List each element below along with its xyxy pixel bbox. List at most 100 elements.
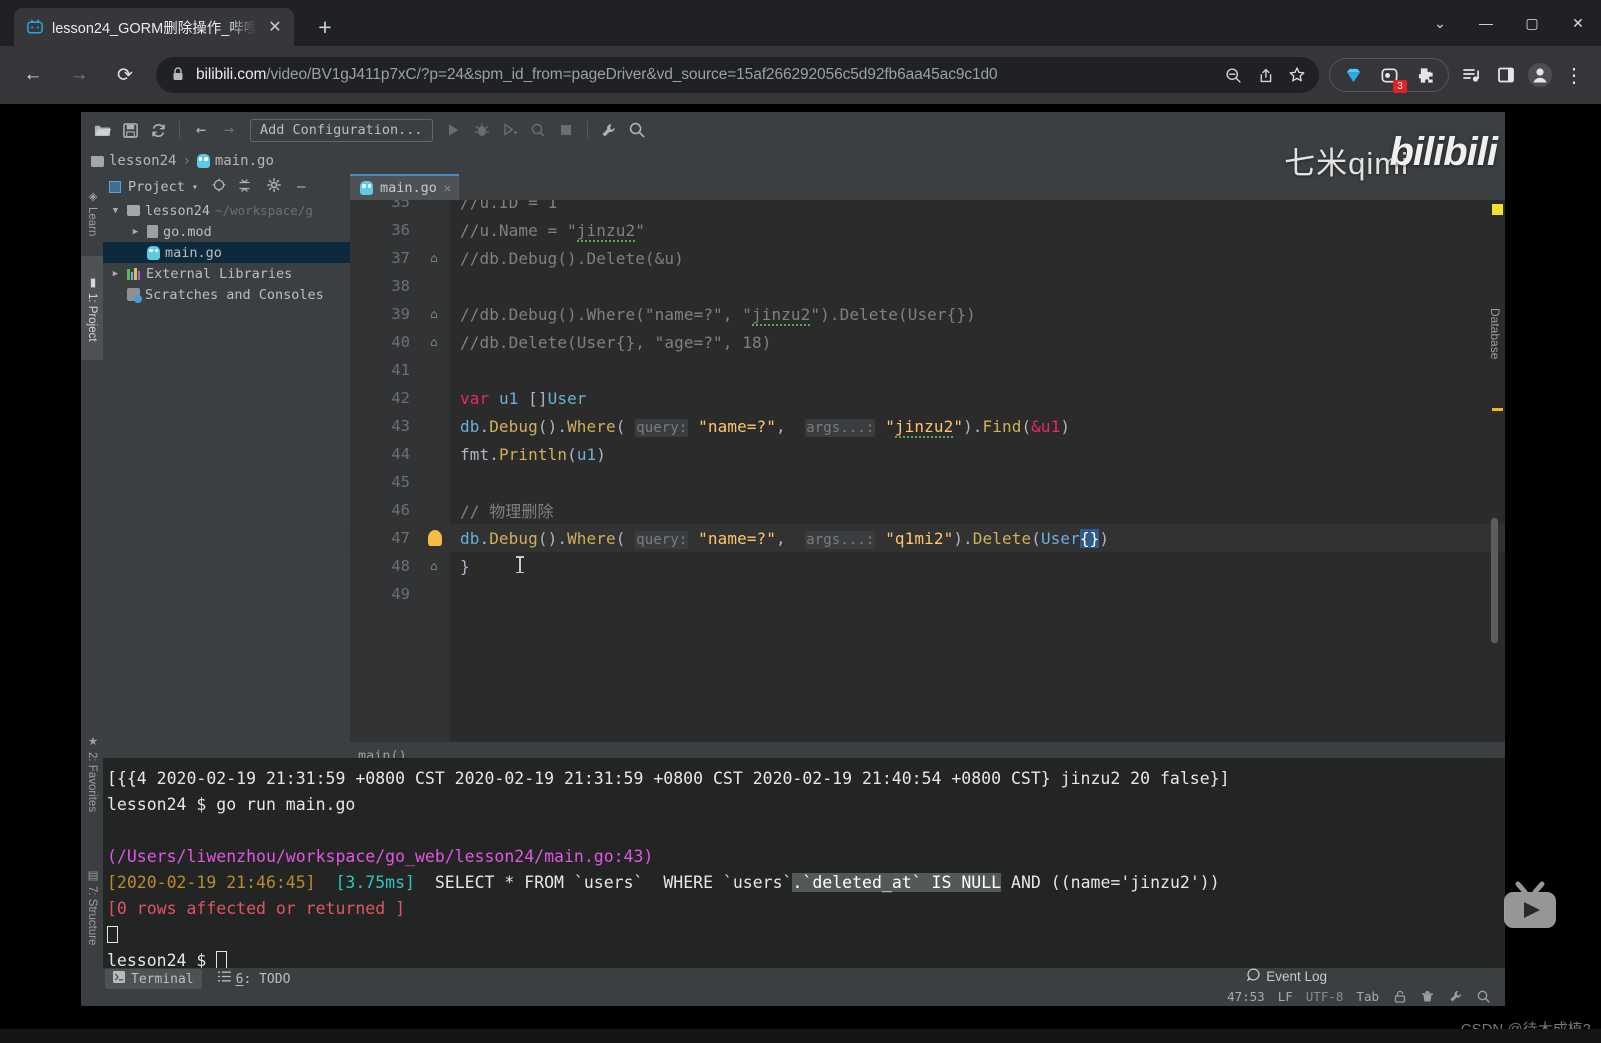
breadcrumb-root[interactable]: lesson24 [91, 153, 176, 169]
editor-tab-close-icon[interactable]: ✕ [444, 181, 451, 195]
status-indent[interactable]: Tab [1356, 989, 1379, 1004]
tab-search-button[interactable]: ⌄ [1417, 0, 1463, 46]
sidebar-item-favorites[interactable]: ★ 2: Favorites [81, 714, 103, 832]
status-encoding[interactable]: UTF-8 [1306, 989, 1344, 1004]
video-player-surface[interactable]: ← → Add Configuration... [0, 104, 1601, 1043]
sidebar-item-database[interactable]: Database [1488, 308, 1502, 359]
notification-icon[interactable] [1476, 989, 1491, 1004]
code-line[interactable]: 44fmt.Println(u1) [350, 440, 1505, 468]
project-tree-item[interactable]: ▼lesson24~/workspace/g [103, 200, 350, 221]
stop-button[interactable] [553, 117, 579, 143]
sync-icon[interactable] [145, 117, 171, 143]
profile-run-button[interactable] [525, 117, 551, 143]
editor-tab-main-go[interactable]: main.go ✕ [350, 174, 459, 200]
puzzle-extension-icon[interactable] [1408, 58, 1442, 92]
project-tree-item[interactable]: ▶go.mod [103, 221, 350, 242]
code-token: , [776, 417, 805, 436]
code-line[interactable]: 36//u.Name = "jinzu2" [350, 216, 1505, 244]
caret-marker[interactable] [1492, 408, 1503, 411]
event-log-icon [1247, 968, 1260, 984]
sidebar-item-project[interactable]: ▮ 1: Project [81, 256, 103, 360]
locate-file-icon[interactable] [212, 178, 226, 196]
code-fold-marker[interactable]: ⌂ [426, 251, 442, 265]
code-line[interactable]: 40⌂//db.Delete(User{}, "age=?", 18) [350, 328, 1505, 356]
maximize-button[interactable]: ▢ [1509, 0, 1555, 46]
code-line[interactable]: 47db.Debug().Where( query: "name=?", arg… [350, 524, 1505, 552]
browser-tab[interactable]: lesson24_GORM删除操作_哔哩 ✕ [14, 8, 294, 46]
zoom-out-icon[interactable] [1217, 59, 1249, 91]
structure-icon: ▤ [85, 868, 99, 882]
code-fold-marker[interactable]: ⌂ [426, 335, 442, 349]
media-control-icon[interactable] [1455, 58, 1489, 92]
tree-expand-arrow[interactable]: ▶ [109, 269, 122, 279]
close-window-button[interactable]: ✕ [1555, 0, 1601, 46]
terminal-text: SELECT * FROM `users` WHERE `users` [415, 873, 793, 892]
debug-button[interactable] [469, 117, 495, 143]
lock-icon[interactable] [1392, 989, 1407, 1004]
code-area[interactable]: 35//u.ID = 136//u.Name = "jinzu2"37⌂//db… [350, 200, 1505, 742]
terminal-prompt-line[interactable]: lesson24 $ [107, 948, 1505, 968]
code-line[interactable]: 49 [350, 580, 1505, 608]
ide-forward-icon[interactable]: → [216, 117, 242, 143]
profile-avatar-icon[interactable] [1523, 58, 1557, 92]
new-tab-button[interactable]: + [310, 12, 340, 42]
ide-back-icon[interactable]: ← [188, 117, 214, 143]
code-line[interactable]: 43db.Debug().Where( query: "name=?", arg… [350, 412, 1505, 440]
bookmark-star-icon[interactable] [1281, 59, 1313, 91]
todo-list-icon [218, 971, 231, 987]
status-line-separator[interactable]: LF [1278, 989, 1293, 1004]
open-folder-icon[interactable] [89, 117, 115, 143]
tab-close-icon[interactable]: ✕ [264, 16, 286, 38]
save-icon[interactable] [117, 117, 143, 143]
hide-panel-icon[interactable]: — [297, 179, 305, 195]
tree-expand-arrow[interactable]: ▶ [129, 227, 142, 237]
collapse-all-icon[interactable] [238, 179, 251, 196]
forward-button[interactable]: → [60, 56, 98, 94]
wrench-icon[interactable] [596, 117, 622, 143]
status-event-log-button[interactable]: Event Log [1247, 968, 1327, 984]
code-fold-marker[interactable]: ⌂ [426, 307, 442, 321]
diamond-extension-icon[interactable] [1336, 58, 1370, 92]
status-caret-position[interactable]: 47:53 [1227, 989, 1265, 1004]
minimize-button[interactable]: — [1463, 0, 1509, 46]
side-panel-icon[interactable] [1489, 58, 1523, 92]
code-fold-marker[interactable]: ⌂ [426, 559, 442, 573]
code-line[interactable]: 39⌂//db.Debug().Where("name=?", "jinzu2"… [350, 300, 1505, 328]
project-tree-item[interactable]: main.go [103, 242, 350, 263]
project-tree-item[interactable]: Scratches and Consoles [103, 284, 350, 305]
run-configuration-selector[interactable]: Add Configuration... [250, 119, 433, 142]
code-line[interactable]: 38 [350, 272, 1505, 300]
code-line[interactable]: 42var u1 []User [350, 384, 1505, 412]
share-icon[interactable] [1249, 59, 1281, 91]
code-line[interactable]: 45 [350, 468, 1505, 496]
intention-bulb-icon[interactable] [428, 530, 442, 546]
code-token: //db.Delete(User{}, "age=?", 18) [460, 333, 771, 352]
browser-menu-icon[interactable]: ⋮ [1557, 58, 1591, 92]
address-bar[interactable]: bilibili.com/video/BV1gJ411p7xC/?p=24&sp… [156, 57, 1319, 93]
search-everywhere-icon[interactable] [624, 117, 650, 143]
code-token: User [548, 389, 587, 408]
status-terminal-button[interactable]: Terminal [105, 969, 202, 989]
wrench-icon[interactable] [1448, 989, 1463, 1004]
run-button[interactable] [441, 117, 467, 143]
run-coverage-button[interactable] [497, 117, 523, 143]
project-tree-item[interactable]: ▶External Libraries [103, 263, 350, 284]
terminal-output[interactable]: [{{4 2020-02-19 21:31:59 +0800 CST 2020-… [103, 758, 1505, 968]
warning-marker[interactable] [1492, 204, 1503, 215]
sidebar-item-structure[interactable]: ▤ 7: Structure [81, 846, 103, 968]
code-line[interactable]: 35//u.ID = 1 [350, 200, 1505, 216]
code-line[interactable]: 41 [350, 356, 1505, 384]
code-line[interactable]: 46// 物理删除 [350, 496, 1505, 524]
status-todo-button[interactable]: 6: TODO [218, 971, 291, 987]
reload-button[interactable]: ⟳ [106, 56, 144, 94]
breadcrumb-file[interactable]: main.go [197, 153, 274, 169]
tree-expand-arrow[interactable]: ▼ [109, 206, 122, 216]
sidebar-item-learn[interactable]: ◈ Learn [81, 176, 103, 250]
chevron-down-icon[interactable]: ▾ [192, 182, 198, 193]
code-line[interactable]: 37⌂//db.Debug().Delete(&u) [350, 244, 1505, 272]
inspection-icon[interactable] [1420, 989, 1435, 1004]
capture-extension-icon[interactable]: 3 [1372, 58, 1406, 92]
gear-icon[interactable] [267, 178, 281, 196]
editor-scrollbar-thumb[interactable] [1491, 518, 1498, 643]
back-button[interactable]: ← [14, 56, 52, 94]
